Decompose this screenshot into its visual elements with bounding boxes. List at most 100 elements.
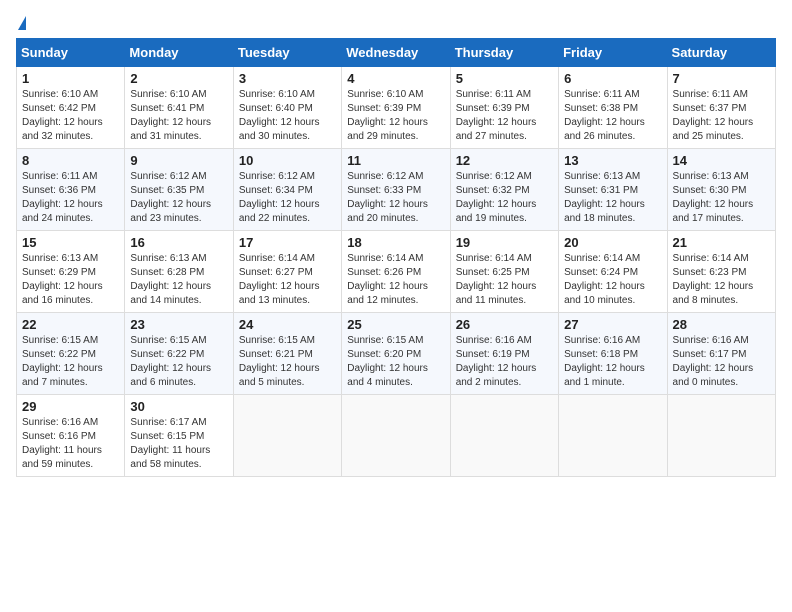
weekday-header: Sunday	[17, 39, 125, 67]
day-info: Sunrise: 6:14 AMSunset: 6:23 PMDaylight:…	[673, 252, 770, 308]
calendar-header-row: SundayMondayTuesdayWednesdayThursdayFrid…	[17, 39, 776, 67]
day-info: Sunrise: 6:10 AMSunset: 6:40 PMDaylight:…	[239, 88, 336, 144]
calendar-day-cell	[559, 395, 667, 477]
calendar-day-cell: 26 Sunrise: 6:16 AMSunset: 6:19 PMDayligh…	[450, 313, 558, 395]
day-info: Sunrise: 6:16 AMSunset: 6:19 PMDaylight:…	[456, 334, 553, 390]
calendar-day-cell	[667, 395, 775, 477]
day-info: Sunrise: 6:16 AMSunset: 6:16 PMDaylight:…	[22, 416, 119, 472]
calendar-day-cell: 15 Sunrise: 6:13 AMSunset: 6:29 PMDayligh…	[17, 231, 125, 313]
day-info: Sunrise: 6:16 AMSunset: 6:17 PMDaylight:…	[673, 334, 770, 390]
day-info: Sunrise: 6:14 AMSunset: 6:25 PMDaylight:…	[456, 252, 553, 308]
calendar-day-cell: 5Sunrise: 6:11 AMSunset: 6:39 PMDaylight…	[450, 67, 558, 149]
weekday-header: Thursday	[450, 39, 558, 67]
day-info: Sunrise: 6:14 AMSunset: 6:26 PMDaylight:…	[347, 252, 444, 308]
day-number: 16	[130, 235, 227, 250]
weekday-header: Friday	[559, 39, 667, 67]
calendar-day-cell: 11 Sunrise: 6:12 AMSunset: 6:33 PMDayligh…	[342, 149, 450, 231]
calendar-day-cell: 30 Sunrise: 6:17 AMSunset: 6:15 PMDayligh…	[125, 395, 233, 477]
page-header	[16, 16, 776, 30]
logo	[16, 16, 26, 30]
calendar-day-cell: 21 Sunrise: 6:14 AMSunset: 6:23 PMDayligh…	[667, 231, 775, 313]
day-number: 3	[239, 71, 336, 86]
calendar-day-cell: 29 Sunrise: 6:16 AMSunset: 6:16 PMDayligh…	[17, 395, 125, 477]
calendar-day-cell: 28 Sunrise: 6:16 AMSunset: 6:17 PMDayligh…	[667, 313, 775, 395]
day-info: Sunrise: 6:11 AMSunset: 6:36 PMDaylight:…	[22, 170, 119, 226]
day-number: 28	[673, 317, 770, 332]
day-number: 9	[130, 153, 227, 168]
day-number: 27	[564, 317, 661, 332]
day-info: Sunrise: 6:12 AMSunset: 6:35 PMDaylight:…	[130, 170, 227, 226]
day-number: 29	[22, 399, 119, 414]
calendar-week-row: 1Sunrise: 6:10 AMSunset: 6:42 PMDaylight…	[17, 67, 776, 149]
calendar-day-cell: 17 Sunrise: 6:14 AMSunset: 6:27 PMDayligh…	[233, 231, 341, 313]
calendar-day-cell: 8 Sunrise: 6:11 AMSunset: 6:36 PMDaylight…	[17, 149, 125, 231]
day-number: 23	[130, 317, 227, 332]
day-info: Sunrise: 6:12 AMSunset: 6:33 PMDaylight:…	[347, 170, 444, 226]
day-number: 12	[456, 153, 553, 168]
calendar-week-row: 22 Sunrise: 6:15 AMSunset: 6:22 PMDayligh…	[17, 313, 776, 395]
calendar-day-cell: 25 Sunrise: 6:15 AMSunset: 6:20 PMDayligh…	[342, 313, 450, 395]
day-info: Sunrise: 6:11 AMSunset: 6:37 PMDaylight:…	[673, 88, 770, 144]
calendar-day-cell: 23 Sunrise: 6:15 AMSunset: 6:22 PMDayligh…	[125, 313, 233, 395]
day-info: Sunrise: 6:15 AMSunset: 6:20 PMDaylight:…	[347, 334, 444, 390]
day-number: 22	[22, 317, 119, 332]
day-number: 26	[456, 317, 553, 332]
day-number: 30	[130, 399, 227, 414]
calendar-day-cell: 13 Sunrise: 6:13 AMSunset: 6:31 PMDayligh…	[559, 149, 667, 231]
day-number: 6	[564, 71, 661, 86]
day-number: 7	[673, 71, 770, 86]
calendar-day-cell: 4 Sunrise: 6:10 AMSunset: 6:39 PMDaylight…	[342, 67, 450, 149]
calendar-day-cell: 3 Sunrise: 6:10 AMSunset: 6:40 PMDaylight…	[233, 67, 341, 149]
day-number: 11	[347, 153, 444, 168]
calendar-day-cell	[233, 395, 341, 477]
day-number: 21	[673, 235, 770, 250]
day-info: Sunrise: 6:15 AMSunset: 6:22 PMDaylight:…	[22, 334, 119, 390]
day-info: Sunrise: 6:10 AMSunset: 6:42 PMDaylight:…	[22, 88, 119, 144]
weekday-header: Monday	[125, 39, 233, 67]
day-number: 25	[347, 317, 444, 332]
calendar-day-cell: 14Sunrise: 6:13 AMSunset: 6:30 PMDayligh…	[667, 149, 775, 231]
day-number: 17	[239, 235, 336, 250]
logo-icon	[18, 16, 26, 30]
calendar-day-cell: 6 Sunrise: 6:11 AMSunset: 6:38 PMDaylight…	[559, 67, 667, 149]
day-info: Sunrise: 6:13 AMSunset: 6:31 PMDaylight:…	[564, 170, 661, 226]
day-info: Sunrise: 6:16 AMSunset: 6:18 PMDaylight:…	[564, 334, 661, 390]
weekday-header: Tuesday	[233, 39, 341, 67]
day-number: 5	[456, 71, 553, 86]
calendar-day-cell: 19Sunrise: 6:14 AMSunset: 6:25 PMDayligh…	[450, 231, 558, 313]
calendar-day-cell: 2 Sunrise: 6:10 AMSunset: 6:41 PMDaylight…	[125, 67, 233, 149]
day-info: Sunrise: 6:15 AMSunset: 6:22 PMDaylight:…	[130, 334, 227, 390]
calendar-day-cell	[450, 395, 558, 477]
day-info: Sunrise: 6:10 AMSunset: 6:39 PMDaylight:…	[347, 88, 444, 144]
day-number: 4	[347, 71, 444, 86]
day-number: 15	[22, 235, 119, 250]
day-info: Sunrise: 6:11 AMSunset: 6:38 PMDaylight:…	[564, 88, 661, 144]
weekday-header: Wednesday	[342, 39, 450, 67]
day-info: Sunrise: 6:17 AMSunset: 6:15 PMDaylight:…	[130, 416, 227, 472]
day-info: Sunrise: 6:10 AMSunset: 6:41 PMDaylight:…	[130, 88, 227, 144]
day-number: 2	[130, 71, 227, 86]
calendar-day-cell: 12 Sunrise: 6:12 AMSunset: 6:32 PMDayligh…	[450, 149, 558, 231]
day-number: 18	[347, 235, 444, 250]
calendar-day-cell: 16 Sunrise: 6:13 AMSunset: 6:28 PMDayligh…	[125, 231, 233, 313]
day-info: Sunrise: 6:12 AMSunset: 6:34 PMDaylight:…	[239, 170, 336, 226]
calendar-day-cell: 22 Sunrise: 6:15 AMSunset: 6:22 PMDayligh…	[17, 313, 125, 395]
calendar-day-cell: 24 Sunrise: 6:15 AMSunset: 6:21 PMDayligh…	[233, 313, 341, 395]
calendar-week-row: 15 Sunrise: 6:13 AMSunset: 6:29 PMDayligh…	[17, 231, 776, 313]
calendar-week-row: 29 Sunrise: 6:16 AMSunset: 6:16 PMDayligh…	[17, 395, 776, 477]
calendar-day-cell: 18 Sunrise: 6:14 AMSunset: 6:26 PMDayligh…	[342, 231, 450, 313]
calendar-day-cell: 10Sunrise: 6:12 AMSunset: 6:34 PMDayligh…	[233, 149, 341, 231]
day-info: Sunrise: 6:14 AMSunset: 6:27 PMDaylight:…	[239, 252, 336, 308]
calendar-table: SundayMondayTuesdayWednesdayThursdayFrid…	[16, 38, 776, 477]
day-info: Sunrise: 6:15 AMSunset: 6:21 PMDaylight:…	[239, 334, 336, 390]
calendar-day-cell: 1Sunrise: 6:10 AMSunset: 6:42 PMDaylight…	[17, 67, 125, 149]
day-info: Sunrise: 6:13 AMSunset: 6:29 PMDaylight:…	[22, 252, 119, 308]
weekday-header: Saturday	[667, 39, 775, 67]
day-info: Sunrise: 6:12 AMSunset: 6:32 PMDaylight:…	[456, 170, 553, 226]
day-number: 8	[22, 153, 119, 168]
calendar-day-cell	[342, 395, 450, 477]
calendar-day-cell: 7 Sunrise: 6:11 AMSunset: 6:37 PMDaylight…	[667, 67, 775, 149]
day-info: Sunrise: 6:13 AMSunset: 6:28 PMDaylight:…	[130, 252, 227, 308]
day-number: 24	[239, 317, 336, 332]
day-number: 13	[564, 153, 661, 168]
